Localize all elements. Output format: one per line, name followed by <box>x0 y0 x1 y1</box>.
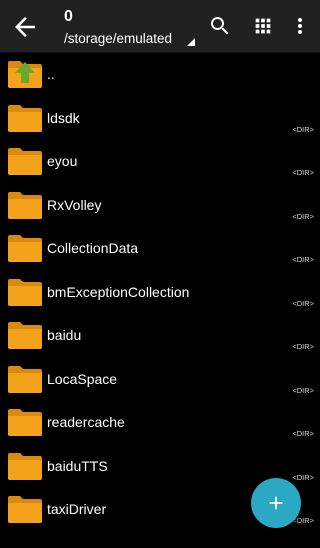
folder-icon <box>8 191 42 219</box>
folder-name: bmExceptionCollection <box>47 283 190 300</box>
folder-name: CollectionData <box>47 240 139 256</box>
folder-icon <box>8 409 42 436</box>
folder-up-icon <box>8 61 42 88</box>
grid-view-icon[interactable] <box>252 15 274 37</box>
folder-icon <box>8 496 42 523</box>
add-button[interactable] <box>251 478 301 528</box>
folder-icon <box>8 452 42 480</box>
folder-icon <box>8 104 42 132</box>
folder-row[interactable]: bmExceptionCollection <DIR> <box>0 271 320 315</box>
folder-name: ldsdk <box>47 109 80 126</box>
folder-row[interactable]: readercache <DIR> <box>0 401 320 445</box>
dir-tag: <DIR> <box>292 211 314 221</box>
folder-name: RxVolley <box>47 196 102 213</box>
toolbar: 0 /storage/emulated <box>0 0 320 53</box>
more-vert-icon[interactable] <box>290 14 310 38</box>
folder-name: readercache <box>47 414 125 430</box>
folder-row[interactable]: eyou <DIR> <box>0 140 320 184</box>
folder-name: eyou <box>47 153 78 169</box>
dir-tag: <DIR> <box>292 342 314 351</box>
folder-name: baiduTTS <box>47 457 108 474</box>
folder-name: LocaSpace <box>47 370 118 387</box>
folder-name: taxiDriver <box>47 501 107 517</box>
arrow-back-icon[interactable] <box>10 12 40 42</box>
folder-row[interactable]: ldsdk <DIR> <box>0 97 320 141</box>
directory-title: 0 <box>64 8 73 25</box>
folder-icon <box>8 278 42 306</box>
path-dropdown[interactable]: /storage/emulated <box>64 31 172 46</box>
folder-row[interactable]: RxVolley <DIR> <box>0 184 320 228</box>
folder-name: baidu <box>47 327 82 343</box>
folder-icon <box>8 365 42 393</box>
parent-folder-label: .. <box>47 66 55 82</box>
folder-icon <box>8 322 42 349</box>
dir-tag: <DIR> <box>292 124 314 134</box>
dir-tag: <DIR> <box>292 298 314 308</box>
dir-tag: <DIR> <box>292 168 314 177</box>
dir-tag: <DIR> <box>292 472 314 482</box>
dir-tag: <DIR> <box>292 255 314 264</box>
folder-row[interactable]: baidu <DIR> <box>0 314 320 358</box>
path-dropdown-caret-icon[interactable] <box>187 38 195 46</box>
folder-icon <box>8 148 42 175</box>
folder-row[interactable]: CollectionData <DIR> <box>0 227 320 271</box>
search-icon[interactable] <box>208 14 232 38</box>
parent-folder-row[interactable]: .. <box>0 53 320 97</box>
folder-icon <box>8 235 42 262</box>
dir-tag: <DIR> <box>292 429 314 438</box>
dir-tag: <DIR> <box>292 385 314 395</box>
file-list: .. ldsdk <DIR> eyou <DIR> RxVolley <DIR> Colle… <box>0 53 320 532</box>
folder-row[interactable]: LocaSpace <DIR> <box>0 358 320 402</box>
plus-icon <box>269 496 283 510</box>
